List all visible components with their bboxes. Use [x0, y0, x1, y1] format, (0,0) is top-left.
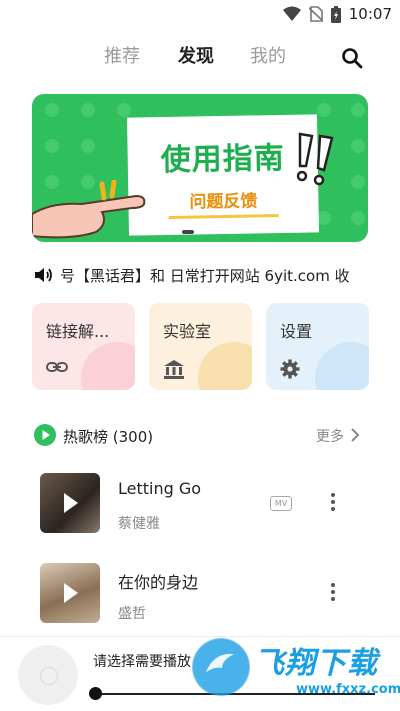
tool-card-settings[interactable]: 设置 [266, 303, 369, 390]
exclamation-icon [296, 132, 334, 186]
battery-icon [330, 5, 341, 23]
watermark-text: 飞翔下载 [254, 646, 378, 681]
song-title: Letting Go [118, 479, 202, 498]
status-bar: 10:07 [0, 0, 400, 30]
song-title: 在你的身边 [118, 573, 199, 592]
chevron-right-icon[interactable] [350, 428, 360, 442]
top-nav: 推荐 发现 我的 [0, 40, 400, 74]
play-icon [64, 583, 78, 603]
tool-card-label: 设置 [280, 322, 313, 341]
speaker-icon [35, 268, 52, 282]
tool-card-label: 链接解... [46, 322, 110, 341]
play-circle-icon[interactable] [34, 424, 56, 446]
album-cover[interactable] [40, 473, 100, 533]
song-artist: 蔡健雅 [118, 516, 160, 532]
watermark-logo-icon [192, 638, 250, 696]
status-icons: 10:07 [282, 5, 392, 23]
search-icon[interactable] [340, 46, 364, 70]
disc-icon[interactable] [18, 645, 78, 705]
card-decoration [81, 342, 135, 390]
tab-discover[interactable]: 发现 [178, 42, 214, 68]
mv-badge-icon[interactable]: MV [270, 496, 292, 511]
watermark: 飞翔下载 www.fxxz.com [192, 632, 400, 710]
card-decoration [315, 342, 369, 390]
banner-title: 使用指南 [160, 140, 286, 179]
guide-banner[interactable]: 使用指南 问题反馈 [32, 94, 368, 242]
song-artist: 盛哲 [118, 606, 146, 622]
status-time: 10:07 [348, 5, 392, 23]
more-options-icon[interactable] [330, 493, 336, 513]
tool-card-label: 实验室 [163, 322, 212, 341]
more-link[interactable]: 更多 [316, 426, 344, 446]
more-options-icon[interactable] [330, 583, 336, 603]
progress-knob[interactable] [89, 687, 102, 700]
banner-card: 使用指南 问题反馈 [126, 114, 320, 236]
hot-list-title: 热歌榜 (300) [63, 428, 154, 446]
no-sim-icon [308, 6, 323, 22]
song-row[interactable]: 在你的身边 盛哲 [0, 563, 400, 627]
bank-icon [164, 360, 184, 379]
player-prompt: 请选择需要播放 [93, 654, 191, 670]
link-icon [46, 362, 68, 372]
tool-card-lab[interactable]: 实验室 [149, 303, 252, 390]
tool-card-link-parse[interactable]: 链接解... [32, 303, 135, 390]
banner-page-indicator [182, 230, 194, 234]
tab-recommend[interactable]: 推荐 [104, 42, 140, 68]
hot-list-header: 热歌榜 (300) 更多 [0, 423, 400, 449]
tab-mine[interactable]: 我的 [250, 42, 286, 68]
album-cover[interactable] [40, 563, 100, 623]
play-icon [64, 493, 78, 513]
banner-subtitle: 问题反馈 [168, 185, 279, 219]
announcement-bar[interactable]: 号【黑话君】和 日常打开网站 6yit.com 收 [0, 264, 400, 288]
wifi-icon [282, 6, 301, 21]
watermark-url: www.fxxz.com [296, 682, 400, 697]
gear-icon [280, 359, 300, 379]
pointing-hand-icon [32, 180, 146, 239]
song-row[interactable]: Letting Go 蔡健雅 MV [0, 473, 400, 537]
card-decoration [198, 342, 252, 390]
announcement-text: 号【黑话君】和 日常打开网站 6yit.com 收 [60, 267, 350, 285]
